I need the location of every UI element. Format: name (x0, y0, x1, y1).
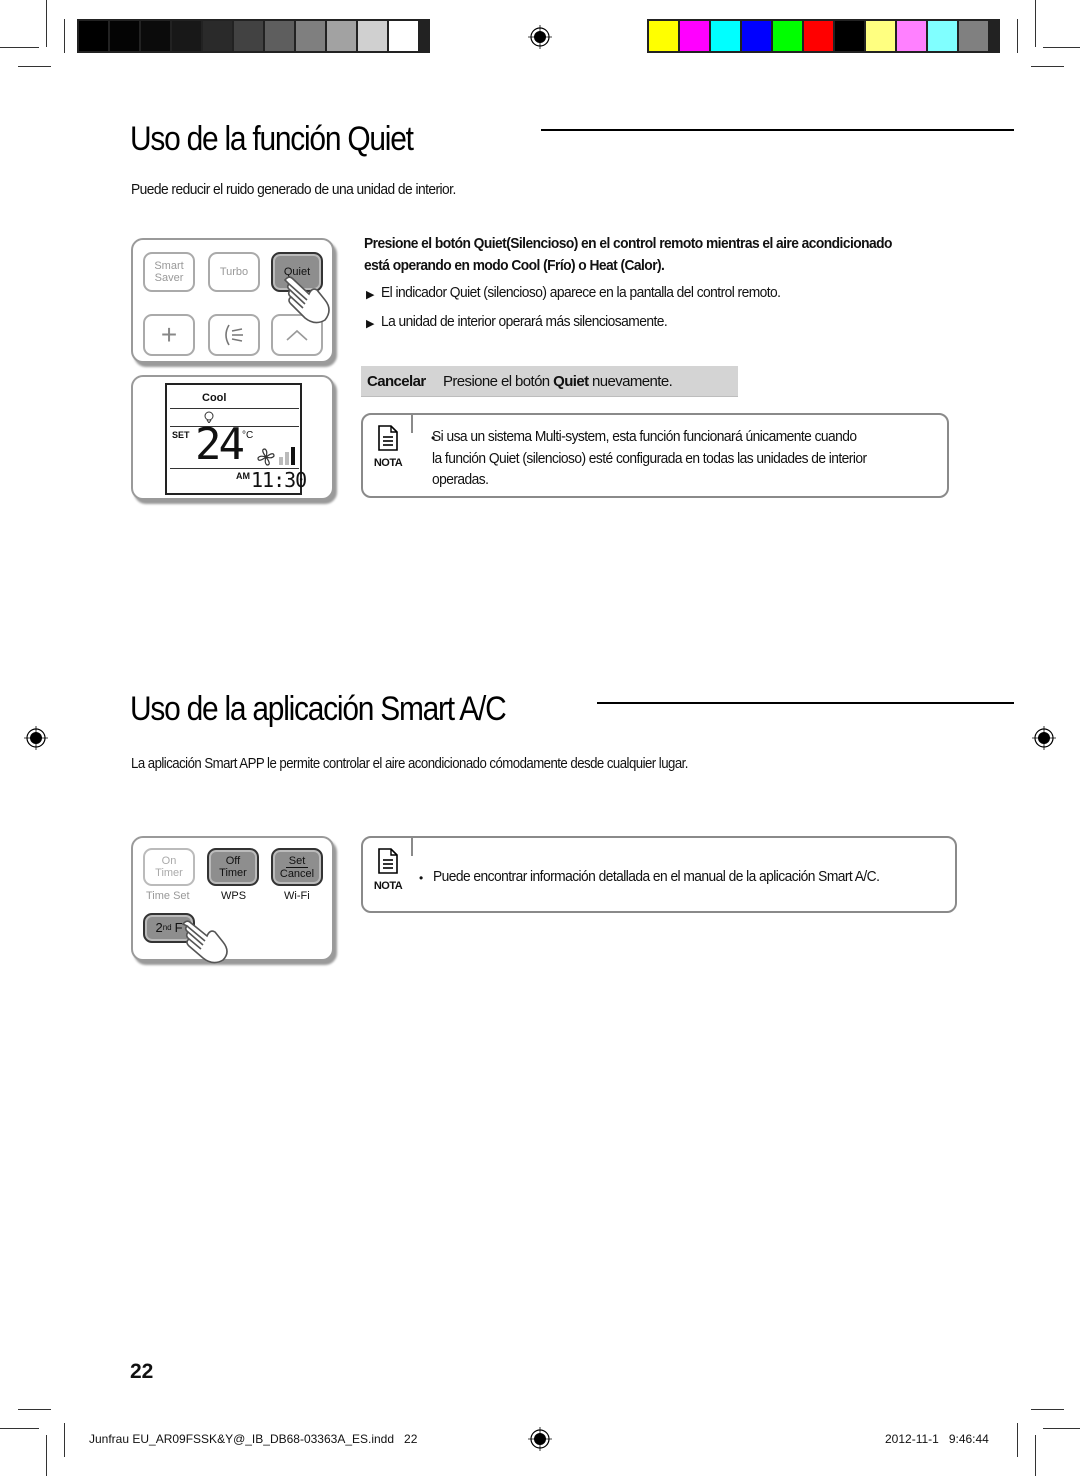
registration-target-icon (528, 1427, 552, 1451)
color-swatch (773, 21, 802, 51)
note-box: NOTA • Si usa un sistema Multi-system, e… (361, 413, 949, 498)
wifi-label: Wi-Fi (284, 890, 310, 902)
registration-target-icon (528, 25, 552, 49)
crop-mark (1043, 1428, 1080, 1429)
temperature-unit: °C (242, 430, 254, 441)
crop-mark (46, 1435, 47, 1476)
wps-label: WPS (221, 890, 247, 902)
set-cancel-button[interactable]: Set Cancel (271, 848, 323, 886)
crop-mark (1035, 0, 1036, 47)
fan-speed-bars (279, 447, 299, 465)
temperature-readout: 24 (195, 419, 245, 470)
process-color-bar (647, 19, 1000, 53)
crop-mark (64, 1423, 65, 1457)
page-number: 22 (130, 1360, 154, 1383)
footer-timestamp: 2012-11-1 9:46:44 (885, 1432, 989, 1446)
color-swatch (835, 21, 864, 51)
fan-icon (257, 448, 275, 466)
note-label: NOTA (373, 457, 403, 469)
cancel-instruction-strip: Cancelar Presione el botón Quiet nuevame… (361, 366, 738, 397)
color-swatch (110, 21, 139, 51)
grayscale-color-bar (77, 19, 430, 53)
color-swatch (928, 21, 957, 51)
turbo-button[interactable]: Turbo (208, 252, 260, 292)
smart-intro: La aplicación Smart APP le permite contr… (131, 755, 688, 772)
time-set-label: Time Set (146, 890, 190, 902)
color-swatch (959, 21, 988, 51)
color-swatch (897, 21, 926, 51)
crop-mark (18, 66, 51, 67)
color-swatch (389, 21, 418, 51)
color-swatch (649, 21, 678, 51)
quiet-intro: Puede reducir el ruido generado de una u… (131, 181, 456, 198)
color-swatch (358, 21, 387, 51)
on-timer-button[interactable]: On Timer (143, 848, 195, 886)
note-text: Puede encontrar información detallada en… (433, 868, 880, 885)
off-timer-button[interactable]: Off Timer (207, 848, 259, 886)
registration-target-icon (1032, 726, 1056, 750)
pointing-hand-icon (181, 920, 228, 964)
color-swatch (866, 21, 895, 51)
color-swatch (234, 21, 263, 51)
set-label: SET (172, 430, 190, 440)
section-title-quiet: Uso de la función Quiet (130, 120, 414, 158)
color-swatch (265, 21, 294, 51)
crop-mark (1031, 66, 1064, 67)
lcd-divider (170, 408, 299, 409)
color-swatch (711, 21, 740, 51)
color-swatch (327, 21, 356, 51)
triangle-bullet-icon: ▶ (366, 289, 375, 301)
color-swatch (680, 21, 709, 51)
chevron-up-icon (286, 329, 308, 341)
lcd-display: Cool SET 24 °C AM 11:30 (165, 383, 307, 495)
registration-target-icon (24, 726, 48, 750)
color-swatch (296, 21, 325, 51)
footer-file-info: Junfrau EU_AR09FSSK&Y@_IB_DB68-03363A_ES… (89, 1432, 418, 1446)
crop-mark (0, 47, 39, 48)
crop-mark (1043, 47, 1080, 48)
note-text: Si usa un sistema Multi-system, esta fun… (432, 428, 867, 488)
note-icon: NOTA (368, 425, 408, 469)
mode-indicator: Cool (202, 392, 227, 404)
crop-mark (1017, 1423, 1018, 1457)
swing-button[interactable] (208, 314, 260, 356)
am-label: AM (236, 471, 250, 481)
section-title-smart-ac: Uso de la aplicación Smart A/C (130, 690, 507, 728)
document-icon (378, 425, 398, 451)
color-swatch (804, 21, 833, 51)
smart-saver-button[interactable]: Smart Saver (143, 252, 195, 292)
title-rule (597, 702, 1014, 704)
title-rule (541, 129, 1014, 131)
crop-mark (64, 19, 65, 53)
color-swatch (79, 21, 108, 51)
time-readout: 11:30 (251, 468, 307, 492)
crop-mark (46, 0, 47, 47)
quiet-instruction-line-2: está operando en modo Cool (Frío) o Heat… (364, 257, 665, 274)
pointing-hand-icon (283, 276, 330, 324)
remote-display-illustration: Cool SET 24 °C AM 11:30 (131, 375, 334, 500)
quiet-bullet: El indicador Quiet (silencioso) aparece … (381, 284, 781, 301)
crop-mark (1017, 19, 1018, 53)
crop-mark (1031, 1409, 1064, 1410)
remote-wifi-illustration: On Timer Time Set Off Timer WPS Set Canc… (131, 836, 334, 964)
color-swatch (141, 21, 170, 51)
cancel-text: Presione el botón Quiet nuevamente. (443, 372, 673, 390)
crop-mark (1035, 1435, 1036, 1476)
note-icon: NOTA (368, 848, 408, 892)
document-icon (378, 848, 398, 874)
triangle-bullet-icon: ▶ (366, 318, 375, 330)
color-swatch (203, 21, 232, 51)
color-swatch (742, 21, 771, 51)
swing-icon (225, 324, 243, 346)
note-label: NOTA (373, 880, 403, 892)
quiet-instruction-line-1: Presione el botón Quiet(Silencioso) en e… (364, 235, 892, 252)
quiet-bullet: La unidad de interior operará más silenc… (381, 313, 668, 330)
cancel-label: Cancelar (367, 372, 426, 390)
plus-button[interactable]: + (143, 314, 195, 356)
color-swatch (172, 21, 201, 51)
crop-mark (0, 1428, 39, 1429)
crop-mark (18, 1409, 51, 1410)
note-box: NOTA • Puede encontrar información detal… (361, 836, 957, 913)
remote-buttons-illustration: Smart Saver Turbo Quiet + (131, 238, 334, 363)
